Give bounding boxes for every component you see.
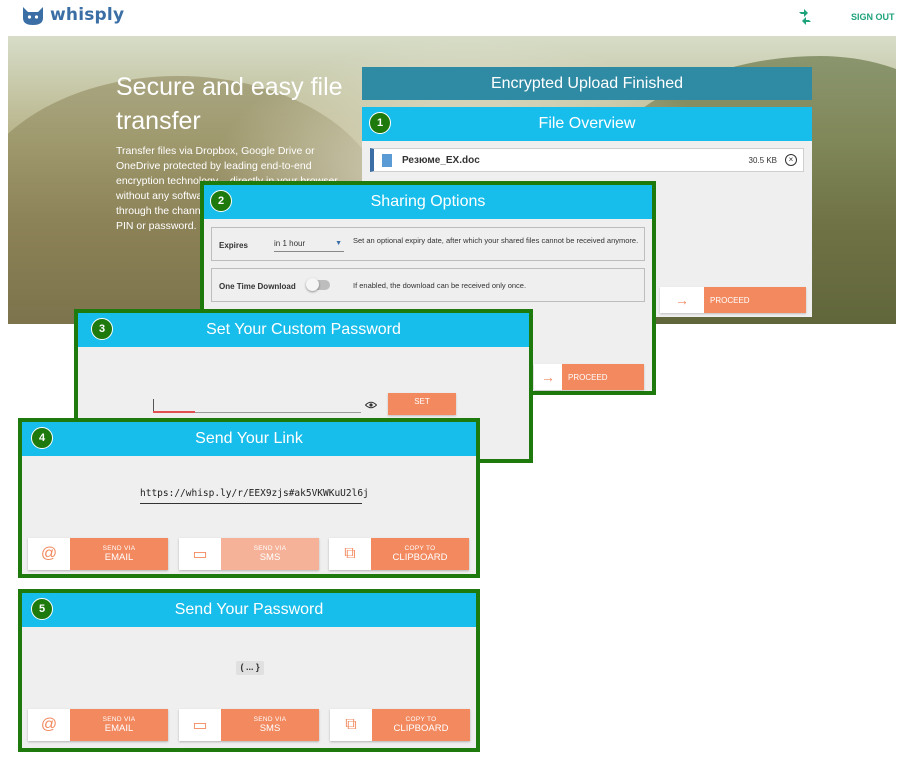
send-password-header: Send Your Password 5 bbox=[22, 593, 476, 627]
eye-icon[interactable] bbox=[365, 401, 377, 409]
message-icon: ▭ bbox=[179, 538, 221, 570]
arrow-right-icon: → bbox=[660, 287, 704, 313]
send-password-actions: @ SEND VIA EMAIL ▭ SEND VIA SMS ⧉ COPY T… bbox=[28, 709, 478, 741]
expires-description: Set an optional expiry date, after which… bbox=[353, 236, 639, 245]
expires-select[interactable]: in 1 hour ▼ bbox=[274, 236, 344, 252]
one-time-download-description: If enabled, the download can be received… bbox=[353, 281, 527, 290]
custom-password-title: Set Your Custom Password bbox=[206, 321, 401, 338]
proceed-button-sharing[interactable]: → PROCEED bbox=[534, 364, 644, 390]
button-label-bottom: SMS bbox=[259, 552, 281, 563]
one-time-download-label: One Time Download bbox=[219, 282, 296, 291]
cat-logo-icon bbox=[23, 7, 43, 25]
send-link-actions: @ SEND VIA EMAIL ▭ SEND VIA SMS ⧉ COPY T… bbox=[28, 538, 478, 570]
send-link-sms-label: SEND VIA SMS bbox=[221, 538, 319, 570]
password-strength-bar bbox=[153, 411, 195, 413]
button-label-bottom: SMS bbox=[259, 723, 281, 734]
send-link-email-label: SEND VIA EMAIL bbox=[70, 538, 168, 570]
hero-title: Secure and easy file transfer bbox=[116, 73, 343, 135]
file-row: Резюме_EX.doc 30.5 KB × bbox=[370, 148, 804, 172]
top-bar: whisply SIGN OUT bbox=[0, 0, 904, 34]
one-time-download-toggle[interactable] bbox=[306, 278, 330, 291]
password-value: ( ... } bbox=[236, 661, 264, 675]
custom-password-header: Set Your Custom Password 3 bbox=[78, 313, 529, 347]
logo-text: whisply bbox=[50, 5, 125, 25]
step-badge-5: 5 bbox=[31, 598, 53, 620]
copy-link-clipboard-button[interactable]: ⧉ COPY TO CLIPBOARD bbox=[329, 538, 469, 570]
upload-finished-header: Encrypted Upload Finished bbox=[362, 67, 812, 100]
step-badge-4: 4 bbox=[31, 427, 53, 449]
arrow-right-icon: → bbox=[534, 364, 562, 390]
proceed-label: PROCEED bbox=[710, 295, 750, 305]
file-overview-header: File Overview 1 bbox=[362, 107, 812, 141]
send-password-panel: Send Your Password 5 ( ... } @ SEND VIA … bbox=[18, 589, 480, 752]
copy-icon: ⧉ bbox=[329, 538, 371, 570]
set-password-button[interactable]: SET bbox=[388, 393, 456, 415]
at-icon: @ bbox=[28, 709, 70, 741]
expires-label: Expires bbox=[219, 241, 248, 250]
sign-out-link[interactable]: SIGN OUT bbox=[851, 12, 895, 22]
expires-row: Expires in 1 hour ▼ Set an optional expi… bbox=[211, 227, 645, 261]
message-icon: ▭ bbox=[179, 709, 221, 741]
sharing-options-header: Sharing Options 2 bbox=[204, 185, 652, 219]
recipient-icon[interactable] bbox=[797, 8, 813, 26]
send-link-title: Send Your Link bbox=[195, 430, 303, 447]
share-link[interactable]: https://whisp.ly/r/EEX9zjs#ak5VKWKuU2l6j bbox=[140, 488, 369, 504]
file-size: 30.5 KB bbox=[748, 155, 777, 165]
step-badge-2: 2 bbox=[210, 190, 232, 212]
copy-password-clipboard-label: COPY TO CLIPBOARD bbox=[372, 709, 470, 741]
document-icon bbox=[382, 153, 392, 167]
copy-icon: ⧉ bbox=[330, 709, 372, 741]
button-label-top: SEND VIA bbox=[102, 545, 136, 552]
send-link-header: Send Your Link 4 bbox=[22, 422, 476, 456]
button-label-bottom: EMAIL bbox=[104, 552, 134, 563]
button-label-bottom: CLIPBOARD bbox=[393, 723, 449, 734]
button-label-top: SEND VIA bbox=[253, 545, 287, 552]
file-overview-title: File Overview bbox=[538, 115, 636, 132]
expires-value: in 1 hour bbox=[274, 239, 306, 248]
step-badge-1: 1 bbox=[369, 112, 391, 134]
proceed-button-files[interactable]: → PROCEED bbox=[660, 287, 806, 313]
button-label-bottom: EMAIL bbox=[104, 723, 134, 734]
file-name: Резюме_EX.doc bbox=[402, 154, 480, 166]
send-link-email-button[interactable]: @ SEND VIA EMAIL bbox=[28, 538, 168, 570]
send-password-sms-label: SEND VIA SMS bbox=[221, 709, 319, 741]
send-password-sms-button[interactable]: ▭ SEND VIA SMS bbox=[179, 709, 319, 741]
sharing-options-title: Sharing Options bbox=[370, 193, 486, 210]
step-badge-3: 3 bbox=[91, 318, 113, 340]
at-icon: @ bbox=[28, 538, 70, 570]
one-time-download-row: One Time Download If enabled, the downlo… bbox=[211, 268, 645, 302]
proceed-label: PROCEED bbox=[568, 372, 608, 382]
caret-down-icon: ▼ bbox=[335, 240, 342, 247]
button-label-bottom: CLIPBOARD bbox=[392, 552, 448, 563]
button-label-top: SEND VIA bbox=[102, 716, 136, 723]
send-password-email-button[interactable]: @ SEND VIA EMAIL bbox=[28, 709, 168, 741]
copy-link-clipboard-label: COPY TO CLIPBOARD bbox=[371, 538, 469, 570]
button-label-top: SEND VIA bbox=[253, 716, 287, 723]
send-link-panel: Send Your Link 4 https://whisp.ly/r/EEX9… bbox=[18, 418, 480, 578]
button-label-top: COPY TO bbox=[405, 716, 437, 723]
send-password-title: Send Your Password bbox=[174, 601, 324, 618]
send-link-sms-button[interactable]: ▭ SEND VIA SMS bbox=[179, 538, 319, 570]
send-password-email-label: SEND VIA EMAIL bbox=[70, 709, 168, 741]
button-label-top: COPY TO bbox=[404, 545, 436, 552]
remove-file-icon[interactable]: × bbox=[785, 154, 797, 166]
toggle-knob bbox=[306, 278, 319, 291]
copy-password-clipboard-button[interactable]: ⧉ COPY TO CLIPBOARD bbox=[330, 709, 470, 741]
logo[interactable]: whisply bbox=[20, 4, 124, 26]
